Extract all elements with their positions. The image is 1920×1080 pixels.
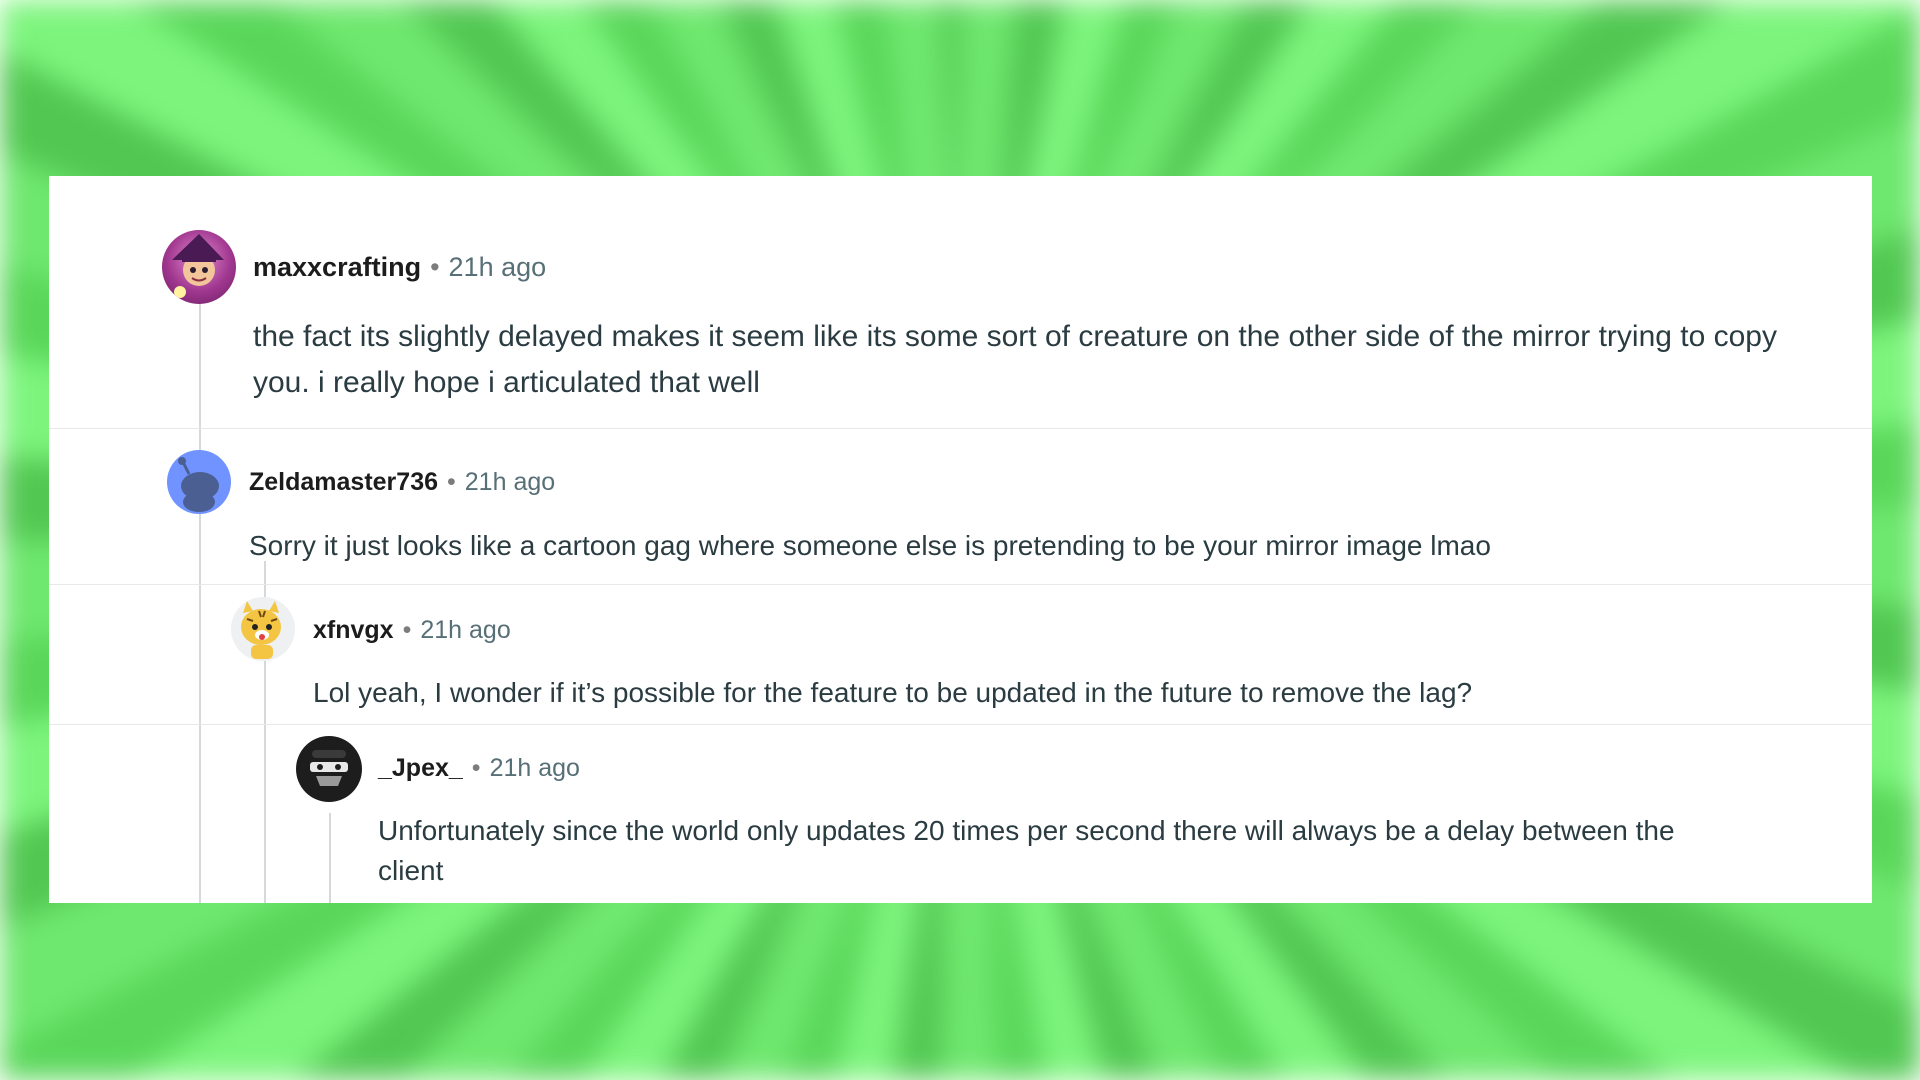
meta-separator: • (471, 754, 481, 782)
comment-zeldamaster736: Zeldamaster736 • 21h ago Sorry it just l… (49, 429, 1872, 585)
bandit-mask-avatar-icon[interactable] (296, 736, 362, 802)
timestamp[interactable]: 21h ago (449, 252, 547, 283)
timestamp[interactable]: 21h ago (465, 468, 555, 497)
timestamp[interactable]: 21h ago (420, 616, 510, 645)
comment-jpex: _Jpex_ • 21h ago Unfortunately since the… (49, 725, 1872, 903)
comment-body: Unfortunately since the world only updat… (378, 815, 1675, 886)
comment-meta: Zeldamaster736 • 21h ago (249, 468, 555, 497)
timestamp[interactable]: 21h ago (490, 754, 580, 783)
comment-body: Lol yeah, I wonder if it’s possible for … (313, 677, 1473, 708)
username[interactable]: _Jpex_ (378, 754, 463, 783)
tiger-avatar-icon[interactable] (231, 597, 295, 661)
default-snoo-avatar-icon[interactable] (167, 450, 231, 514)
meta-separator: • (447, 468, 456, 496)
username[interactable]: maxxcrafting (253, 252, 421, 283)
comment-meta: _Jpex_ • 21h ago (378, 754, 580, 783)
comment-meta: maxxcrafting • 21h ago (253, 252, 546, 283)
witch-character-avatar-icon[interactable] (162, 230, 236, 304)
comment-body: Sorry it just looks like a cartoon gag w… (249, 530, 1491, 561)
comment-body: the fact its slightly delayed makes it s… (253, 320, 1777, 399)
comment-xfnvgx: xfnvgx • 21h ago Lol yeah, I wonder if i… (49, 585, 1872, 725)
meta-separator: • (430, 252, 440, 282)
comment-thread-card: maxxcrafting • 21h ago the fact its slig… (49, 176, 1872, 903)
username[interactable]: xfnvgx (313, 616, 394, 645)
meta-separator: • (402, 616, 412, 644)
username[interactable]: Zeldamaster736 (249, 468, 438, 497)
comment-maxxcrafting: maxxcrafting • 21h ago the fact its slig… (49, 176, 1872, 429)
comment-meta: xfnvgx • 21h ago (313, 616, 511, 645)
